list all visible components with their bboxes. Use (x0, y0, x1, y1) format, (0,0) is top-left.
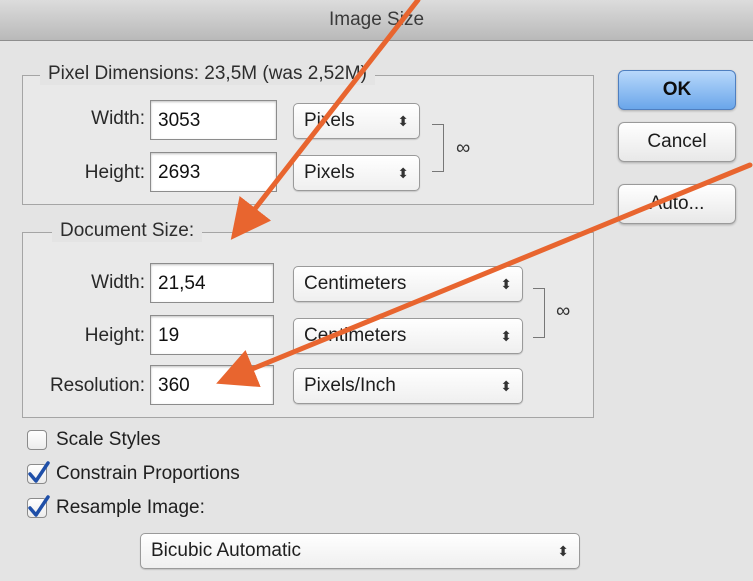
annotation-arrow (230, 0, 421, 240)
annotation-arrow (216, 162, 753, 388)
annotation-arrows (216, 0, 753, 388)
